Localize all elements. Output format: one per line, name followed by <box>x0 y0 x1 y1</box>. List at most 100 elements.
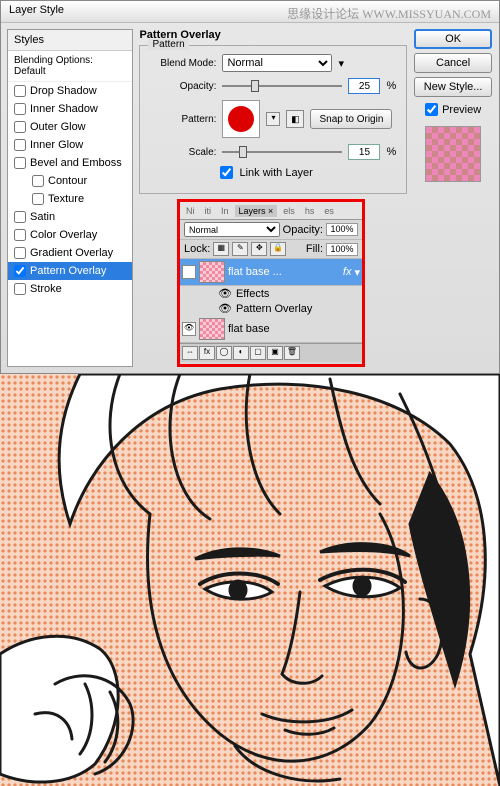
chevron-down-icon[interactable]: ▾ <box>338 57 344 70</box>
effect-pattern-overlay[interactable]: 👁 Pattern Overlay <box>180 301 362 316</box>
pattern-dropdown-icon[interactable]: ▾ <box>266 112 280 126</box>
style-item-outer-glow[interactable]: Outer Glow <box>8 118 132 136</box>
layer-thumbnail[interactable] <box>199 261 225 283</box>
new-layer-icon[interactable]: ▣ <box>267 346 283 360</box>
ok-button[interactable]: OK <box>414 29 492 49</box>
style-checkbox[interactable] <box>14 103 26 115</box>
style-checkbox[interactable] <box>14 229 26 241</box>
layers-panel: Ni iti In Layers × els hs es Normal Opac… <box>177 199 365 367</box>
folder-icon[interactable]: ▢ <box>250 346 266 360</box>
style-label: Outer Glow <box>30 121 86 133</box>
blend-mode-label: Blend Mode: <box>150 58 216 69</box>
styles-list: Styles Blending Options: Default Drop Sh… <box>7 29 133 367</box>
opacity-label: Opacity: <box>150 81 216 92</box>
pattern-label: Pattern: <box>150 114 216 125</box>
style-checkbox[interactable] <box>14 139 26 151</box>
layer-opacity-value[interactable]: 100% <box>326 223 358 236</box>
style-label: Satin <box>30 211 55 223</box>
preview-checkbox[interactable] <box>425 103 438 116</box>
layer-style-dialog: 思缘设计论坛 WWW.MISSYUAN.COM Layer Style Styl… <box>0 0 500 374</box>
fill-label: Fill: <box>306 243 323 255</box>
style-item-stroke[interactable]: Stroke <box>8 280 132 298</box>
link-with-layer-label: Link with Layer <box>239 167 312 179</box>
percent-label-2: % <box>386 146 396 158</box>
opacity-input[interactable] <box>348 78 380 94</box>
visibility-icon[interactable]: 👁 <box>182 265 196 279</box>
style-item-inner-shadow[interactable]: Inner Shadow <box>8 100 132 118</box>
style-label: Texture <box>48 193 84 205</box>
trash-icon[interactable]: 🗑 <box>284 346 300 360</box>
lock-brush-icon[interactable]: ✎ <box>232 242 248 256</box>
style-item-color-overlay[interactable]: Color Overlay <box>8 226 132 244</box>
scale-label: Scale: <box>150 147 216 158</box>
lock-move-icon[interactable]: ✥ <box>251 242 267 256</box>
layers-tabs: Ni iti In Layers × els hs es <box>180 202 362 220</box>
layer-opacity-label: Opacity: <box>283 224 323 236</box>
collapse-icon[interactable]: ▾ <box>354 266 360 279</box>
effects-label: Effects <box>236 288 269 300</box>
style-checkbox[interactable] <box>14 85 26 97</box>
new-pattern-button[interactable]: ◧ <box>286 110 304 128</box>
cancel-button[interactable]: Cancel <box>414 53 492 73</box>
style-checkbox[interactable] <box>14 283 26 295</box>
tab-els[interactable]: els <box>279 205 299 217</box>
group-label: Pattern <box>148 39 188 50</box>
visibility-icon-3[interactable]: 👁 <box>218 302 232 315</box>
adjust-icon[interactable]: ◐ <box>233 346 249 360</box>
layer-row-selected[interactable]: 👁 flat base ... fx ▾ <box>180 259 362 286</box>
effects-row[interactable]: 👁 Effects <box>180 286 362 301</box>
layers-footer: ⇔ fx ◯ ◐ ▢ ▣ 🗑 <box>180 343 362 362</box>
fill-value[interactable]: 100% <box>326 243 358 256</box>
style-checkbox[interactable] <box>14 247 26 259</box>
style-item-texture[interactable]: Texture <box>8 190 132 208</box>
blending-options-default[interactable]: Blending Options: Default <box>8 51 132 82</box>
lock-all-icon[interactable]: 🔒 <box>270 242 286 256</box>
tab-layers[interactable]: Layers × <box>235 205 278 217</box>
style-item-gradient-overlay[interactable]: Gradient Overlay <box>8 244 132 262</box>
style-checkbox[interactable] <box>32 193 44 205</box>
snap-to-origin-button[interactable]: Snap to Origin <box>310 109 392 129</box>
style-item-inner-glow[interactable]: Inner Glow <box>8 136 132 154</box>
style-item-satin[interactable]: Satin <box>8 208 132 226</box>
right-panel: OK Cancel New Style... Preview <box>413 29 493 367</box>
visibility-icon-4[interactable]: 👁 <box>182 322 196 336</box>
fx-icon[interactable]: fx <box>199 346 215 360</box>
new-style-button[interactable]: New Style... <box>414 77 492 97</box>
styles-header[interactable]: Styles <box>8 30 132 51</box>
layer-row[interactable]: 👁 flat base <box>180 316 362 343</box>
style-checkbox[interactable] <box>14 157 26 169</box>
scale-slider[interactable] <box>222 151 342 153</box>
style-item-bevel-and-emboss[interactable]: Bevel and Emboss <box>8 154 132 172</box>
style-item-contour[interactable]: Contour <box>8 172 132 190</box>
pattern-swatch[interactable] <box>222 100 260 138</box>
style-item-drop-shadow[interactable]: Drop Shadow <box>8 82 132 100</box>
lock-label: Lock: <box>184 243 210 255</box>
mask-icon[interactable]: ◯ <box>216 346 232 360</box>
blend-mode-select[interactable]: Normal <box>222 54 332 72</box>
link-icon[interactable]: ⇔ <box>182 346 198 360</box>
visibility-icon-2[interactable]: 👁 <box>218 287 232 300</box>
style-checkbox[interactable] <box>32 175 44 187</box>
tab-iti[interactable]: iti <box>201 205 216 217</box>
dialog-title: Layer Style <box>9 4 64 16</box>
style-item-pattern-overlay[interactable]: Pattern Overlay <box>8 262 132 280</box>
line-art <box>0 374 500 786</box>
style-checkbox[interactable] <box>14 265 26 277</box>
tab-es[interactable]: es <box>320 205 338 217</box>
opacity-slider[interactable] <box>222 85 342 87</box>
layer-name: flat base ... <box>228 266 282 278</box>
style-label: Bevel and Emboss <box>30 157 122 169</box>
style-checkbox[interactable] <box>14 211 26 223</box>
link-with-layer-checkbox[interactable] <box>220 166 233 179</box>
layer-blend-mode[interactable]: Normal <box>184 222 280 237</box>
tab-in[interactable]: In <box>217 205 233 217</box>
preview-swatch <box>425 126 481 182</box>
style-label: Inner Shadow <box>30 103 98 115</box>
tab-hs[interactable]: hs <box>301 205 319 217</box>
layer-thumbnail-2[interactable] <box>199 318 225 340</box>
fx-badge[interactable]: fx <box>343 266 352 278</box>
lock-transparency-icon[interactable]: ▦ <box>213 242 229 256</box>
tab-ni[interactable]: Ni <box>182 205 199 217</box>
scale-input[interactable] <box>348 144 380 160</box>
style-checkbox[interactable] <box>14 121 26 133</box>
